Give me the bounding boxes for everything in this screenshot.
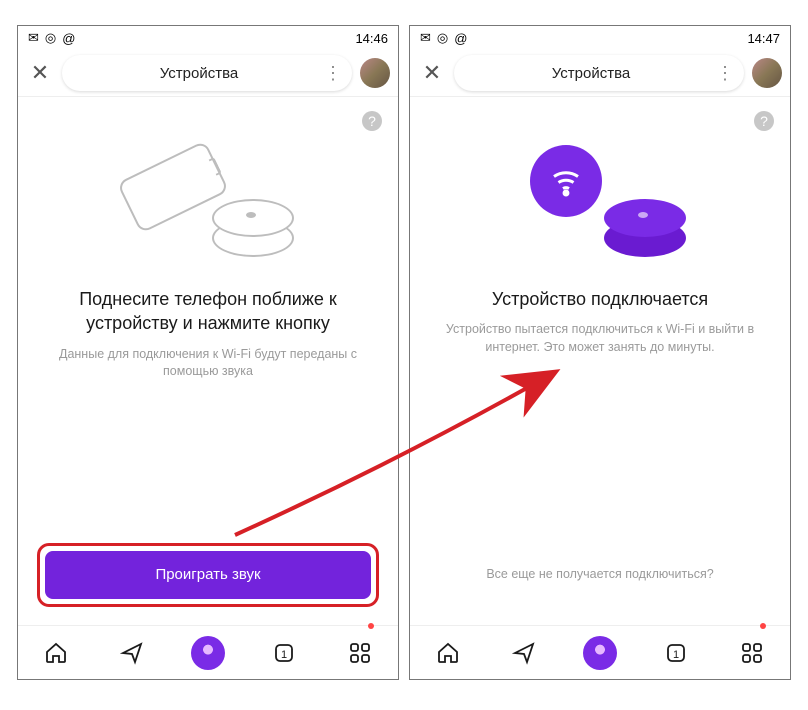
mail-icon: ✉ [420,30,431,46]
nav-tabs[interactable]: 1 [656,641,696,665]
status-icons: ✉ ◎ @ [420,30,467,46]
status-bar: ✉ ◎ @ 14:46 [18,26,398,50]
whatsapp-icon: ◎ [45,30,56,46]
bottom-nav: 1 [18,625,398,679]
instruction-subtitle: Устройство пытается подключиться к Wi-Fi… [434,321,766,356]
nav-tabs[interactable]: 1 [264,641,304,665]
more-icon[interactable]: ⋮ [324,63,340,84]
at-icon: @ [454,31,467,46]
speaker-filled-icon [604,187,682,257]
at-icon: @ [62,31,75,46]
mail-icon: ✉ [28,30,39,46]
notification-dot [760,623,766,629]
header-pill[interactable]: Устройства ⋮ [62,55,352,91]
troubleshoot-link[interactable]: Все еще не получается подключиться? [434,567,766,581]
avatar[interactable] [752,58,782,88]
alice-icon [583,636,617,670]
nav-home[interactable] [36,641,76,665]
content: ? Устройство подключается Устройство пыт… [410,96,790,625]
instruction-subtitle: Данные для подключения к Wi-Fi будут пер… [42,346,374,381]
phone-screen-right: ✉ ◎ @ 14:47 ✕ Устройства ⋮ ? Устройство … [409,25,791,680]
highlight-frame: Проиграть звук [37,543,379,607]
instruction-title: Поднесите телефон поближе к устройству и… [42,287,374,336]
instruction-title: Устройство подключается [434,287,766,311]
page-title: Устройства [466,65,716,82]
nav-home[interactable] [428,641,468,665]
svg-text:1: 1 [281,649,287,661]
whatsapp-icon: ◎ [437,30,448,46]
nav-apps[interactable] [732,641,772,665]
help-icon[interactable]: ? [754,111,774,131]
nav-send[interactable] [504,641,544,665]
help-icon[interactable]: ? [362,111,382,131]
header: ✕ Устройства ⋮ [18,50,398,96]
notification-dot [368,623,374,629]
clock: 14:47 [747,31,780,46]
play-sound-button[interactable]: Проиграть звук [45,551,371,599]
nav-alice[interactable] [580,636,620,670]
close-icon[interactable]: ✕ [418,60,446,86]
avatar[interactable] [360,58,390,88]
page-title: Устройства [74,65,324,82]
header: ✕ Устройства ⋮ [410,50,790,96]
alice-icon [191,636,225,670]
content: ? Поднесите телефон поближе к устройству… [18,96,398,625]
close-icon[interactable]: ✕ [26,60,54,86]
nav-alice[interactable] [188,636,228,670]
speaker-outline-icon [212,187,290,257]
illustration-wifi-speaker [510,153,690,263]
more-icon[interactable]: ⋮ [716,63,732,84]
header-pill[interactable]: Устройства ⋮ [454,55,744,91]
nav-send[interactable] [112,641,152,665]
nav-apps[interactable] [340,641,380,665]
phone-screen-left: ✉ ◎ @ 14:46 ✕ Устройства ⋮ ? Поднесите т… [17,25,399,680]
status-icons: ✉ ◎ @ [28,30,75,46]
status-bar: ✉ ◎ @ 14:47 [410,26,790,50]
bottom-nav: 1 [410,625,790,679]
clock: 14:46 [355,31,388,46]
wifi-icon [530,145,602,217]
svg-text:1: 1 [673,649,679,661]
illustration-phone-speaker [118,153,298,263]
